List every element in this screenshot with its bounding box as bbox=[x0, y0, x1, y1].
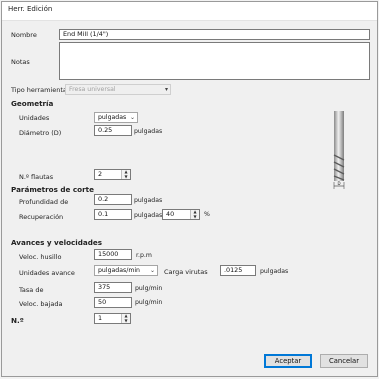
units-value: pulgadas bbox=[98, 114, 127, 121]
stepover-percent-spinner[interactable]: 40 ▲ ▼ bbox=[162, 209, 200, 220]
chevron-down-icon: ⌄ bbox=[129, 114, 135, 121]
chip-load-label: Carga virutas bbox=[164, 268, 208, 276]
plunge-label: Veloc. bajada bbox=[19, 300, 63, 308]
name-label: Nombre bbox=[11, 31, 37, 39]
spin-down-icon[interactable]: ▼ bbox=[122, 174, 130, 179]
tool-type-select[interactable]: Fresa universal ▾ bbox=[65, 84, 171, 95]
feed-rate-label: Tasa de bbox=[19, 286, 44, 294]
depth-label: Profundidad de bbox=[19, 198, 69, 206]
stepover-label: Recuperación bbox=[19, 213, 64, 221]
dialog-title: Herr. Edición bbox=[8, 5, 53, 13]
chip-load-unit: pulgadas bbox=[260, 268, 289, 275]
spin-down-icon[interactable]: ▼ bbox=[122, 318, 130, 323]
spinner-buttons: ▲ ▼ bbox=[121, 170, 130, 179]
spindle-label: Veloc. husillo bbox=[19, 253, 62, 261]
tool-type-value: Fresa universal bbox=[69, 86, 116, 93]
feed-units-select[interactable]: pulgadas/min ⌄ bbox=[94, 265, 158, 276]
geometry-heading: Geometría bbox=[11, 99, 54, 108]
end-mill-shank bbox=[334, 111, 344, 151]
diameter-unit: pulgadas bbox=[134, 128, 163, 135]
diameter-label: Diámetro (D) bbox=[19, 129, 62, 137]
flutes-label: N.º flautas bbox=[19, 173, 54, 181]
feed-rate-unit: pulg/min bbox=[135, 285, 163, 292]
chip-load-input[interactable]: .0125 bbox=[220, 265, 256, 276]
plunge-unit: pulg/min bbox=[135, 299, 163, 306]
feed-units-label: Unidades avance bbox=[19, 269, 75, 277]
end-mill-diagram: D bbox=[333, 111, 345, 189]
diameter-label-d: D bbox=[337, 181, 340, 186]
spindle-unit: r.p.m bbox=[136, 252, 152, 259]
spin-down-icon[interactable]: ▼ bbox=[191, 214, 199, 219]
stepover-input[interactable]: 0.1 bbox=[94, 209, 132, 220]
depth-input[interactable]: 0.2 bbox=[94, 194, 132, 205]
percent-symbol: % bbox=[204, 211, 210, 218]
units-label: Unidades bbox=[19, 114, 50, 122]
notes-textarea[interactable] bbox=[59, 42, 370, 80]
feed-units-value: pulgadas/min bbox=[98, 267, 140, 274]
stepover-percent-value: 40 bbox=[166, 210, 175, 218]
title-bar: Herr. Edición bbox=[2, 2, 377, 21]
accept-button[interactable]: Aceptar bbox=[264, 354, 312, 368]
tool-number-value: 1 bbox=[98, 314, 103, 322]
units-select[interactable]: pulgadas ⌄ bbox=[94, 112, 138, 123]
chevron-down-icon: ⌄ bbox=[149, 267, 155, 274]
chevron-down-icon: ▾ bbox=[164, 86, 168, 93]
spinner-buttons: ▲ ▼ bbox=[121, 314, 130, 323]
spinner-buttons: ▲ ▼ bbox=[190, 210, 199, 219]
feed-rate-input[interactable]: 375 bbox=[94, 282, 132, 293]
diameter-input[interactable]: 0.25 bbox=[94, 125, 132, 136]
tool-edit-dialog: Herr. Edición Nombre End Mill (1/4") Not… bbox=[1, 1, 378, 377]
stepover-unit: pulgadas bbox=[134, 212, 163, 219]
cutting-heading: Parámetros de corte bbox=[11, 185, 94, 194]
tool-type-label: Tipo herramienta bbox=[11, 86, 67, 94]
plunge-rate-input[interactable]: 50 bbox=[94, 297, 132, 308]
cancel-button[interactable]: Cancelar bbox=[320, 354, 368, 368]
notes-label: Notas bbox=[11, 58, 30, 66]
spindle-input[interactable]: 15000 bbox=[94, 249, 132, 260]
tool-number-label: N.º bbox=[11, 316, 24, 325]
tool-number-spinner[interactable]: 1 ▲ ▼ bbox=[94, 313, 131, 324]
depth-unit: pulgadas bbox=[134, 197, 163, 204]
feeds-heading: Avances y velocidades bbox=[11, 238, 103, 247]
flutes-spinner[interactable]: 2 ▲ ▼ bbox=[94, 169, 131, 180]
flutes-value: 2 bbox=[98, 170, 103, 178]
name-input[interactable]: End Mill (1/4") bbox=[59, 29, 370, 40]
